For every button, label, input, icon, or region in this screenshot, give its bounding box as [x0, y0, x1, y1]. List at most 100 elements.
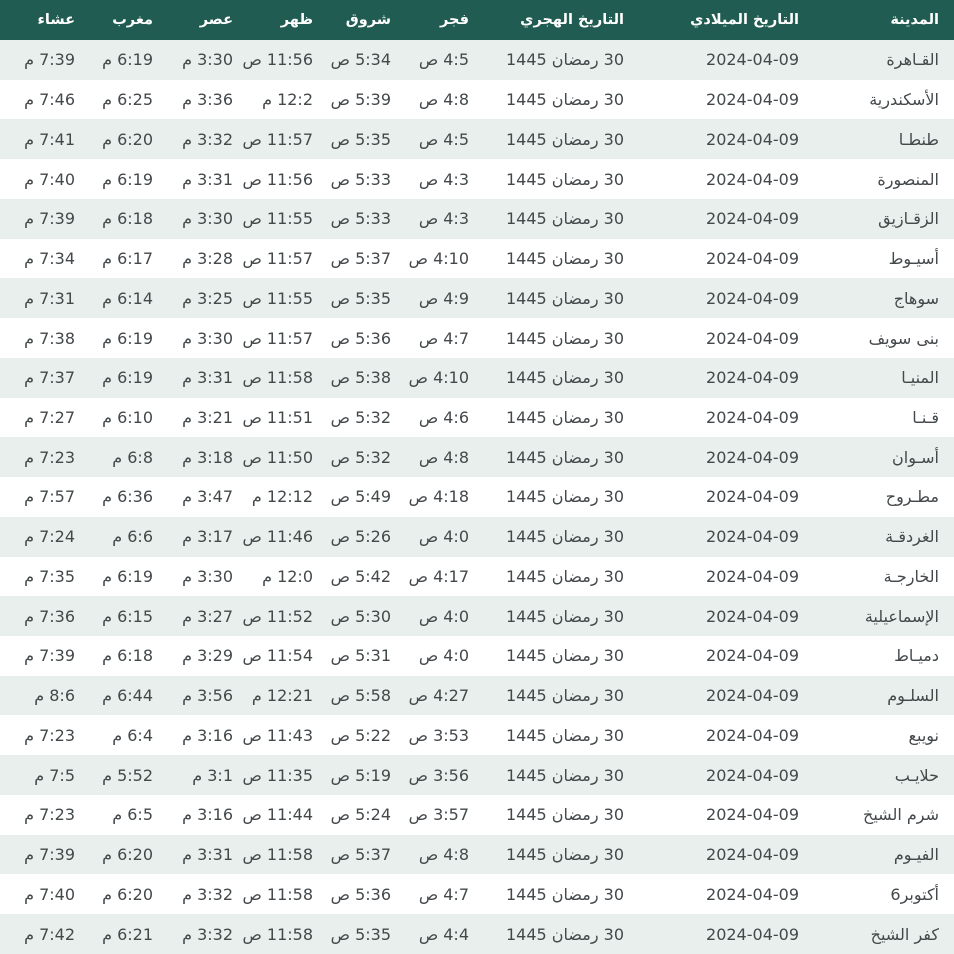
- cell-isha-time: 7:36 م: [24, 606, 75, 626]
- table-row: بنى سويف 2024-04-09 30 رمضان 1445 4:7 ص …: [0, 318, 954, 358]
- city-name: كفر الشيخ: [870, 924, 939, 944]
- cell-city: الفيـوم: [814, 835, 954, 875]
- cell-sunrise-time: 5:35 ص: [330, 288, 391, 308]
- cell-hijri-date: 30 رمضان 1445: [505, 90, 624, 110]
- table-row: الأسكندرية 2024-04-09 30 رمضان 1445 4:8 …: [0, 79, 954, 120]
- cell-hijri-date: 30 رمضان 1445: [505, 169, 624, 189]
- city-name: أسيـوط: [888, 249, 939, 269]
- cell-sunrise-time: 5:37 ص: [330, 845, 391, 865]
- cell-gregorian-date: 2024-04-09: [706, 328, 799, 348]
- cell-sunrise-time: 5:22 ص: [330, 725, 391, 745]
- cell-asr-time: 3:31 م: [182, 368, 233, 388]
- cell-maghrib-time: 6:19 م: [102, 566, 153, 586]
- cell-asr-time: 3:27 م: [182, 606, 233, 626]
- table-row: الغردقـة 2024-04-09 30 رمضان 1445 4:0 ص …: [0, 516, 954, 557]
- cell-maghrib-time: 6:18 م: [102, 646, 153, 666]
- cell-city: بنى سويف: [814, 318, 954, 358]
- cell-hijri-date: 30 رمضان 1445: [505, 686, 624, 706]
- cell-maghrib-time: 6:5 م: [112, 805, 153, 825]
- cell-isha-time: 7:40 م: [24, 884, 75, 904]
- cell-city: المنيـا: [814, 358, 954, 398]
- cell-fajr-time: 4:3 ص: [418, 169, 469, 189]
- cell-hijri-date: 30 رمضان 1445: [505, 249, 624, 269]
- city-name: الخارجـة: [883, 566, 939, 586]
- cell-isha-time: 7:42 م: [24, 924, 75, 944]
- cell-gregorian-date: 2024-04-09: [706, 924, 799, 944]
- cell-isha-time: 7:5 م: [34, 765, 75, 785]
- cell-fajr-time: 4:8 ص: [418, 845, 469, 865]
- cell-city: شرم الشيخ: [814, 795, 954, 835]
- cell-maghrib-time: 6:19 م: [102, 368, 153, 388]
- cell-isha-time: 8:6 م: [34, 686, 75, 706]
- cell-fajr-time: 4:6 ص: [418, 407, 469, 427]
- cell-isha-time: 7:31 م: [24, 288, 75, 308]
- cell-fajr-time: 4:8 ص: [418, 447, 469, 467]
- cell-isha-time: 7:39 م: [24, 845, 75, 865]
- cell-fajr-time: 4:5 ص: [418, 50, 469, 70]
- city-name: دميـاط: [894, 646, 939, 666]
- cell-asr-time: 3:17 م: [182, 527, 233, 547]
- column-header-maghrib: مغرب: [112, 12, 153, 28]
- cell-sunrise-time: 5:32 ص: [330, 407, 391, 427]
- cell-maghrib-time: 6:19 م: [102, 328, 153, 348]
- cell-maghrib-time: 6:19 م: [102, 50, 153, 70]
- cell-asr-time: 3:30 م: [182, 566, 233, 586]
- cell-gregorian-date: 2024-04-09: [706, 90, 799, 110]
- prayer-times-table: المدينة التاريخ الميلادي التاريخ الهجري …: [0, 0, 954, 954]
- cell-asr-time: 3:30 م: [182, 328, 233, 348]
- cell-gregorian-date: 2024-04-09: [706, 765, 799, 785]
- cell-gregorian-date: 2024-04-09: [706, 845, 799, 865]
- cell-sunrise-time: 5:58 ص: [330, 686, 391, 706]
- cell-dhuhr-time: 11:57 ص: [242, 129, 313, 149]
- prayer-times-page: المدينة التاريخ الميلادي التاريخ الهجري …: [0, 0, 954, 954]
- cell-city: الخارجـة: [814, 557, 954, 597]
- table-row: القـاهرة 2024-04-09 30 رمضان 1445 4:5 ص …: [0, 40, 954, 80]
- cell-asr-time: 3:31 م: [182, 169, 233, 189]
- cell-hijri-date: 30 رمضان 1445: [505, 566, 624, 586]
- table-row: شرم الشيخ 2024-04-09 30 رمضان 1445 3:57 …: [0, 794, 954, 835]
- cell-asr-time: 3:36 م: [182, 90, 233, 110]
- cell-city: قـنـا: [814, 398, 954, 438]
- cell-fajr-time: 4:7 ص: [418, 884, 469, 904]
- cell-maghrib-time: 6:8 م: [112, 447, 153, 467]
- cell-maghrib-time: 6:17 م: [102, 249, 153, 269]
- cell-sunrise-time: 5:24 ص: [330, 805, 391, 825]
- cell-dhuhr-time: 11:50 ص: [242, 447, 313, 467]
- cell-hijri-date: 30 رمضان 1445: [505, 50, 624, 70]
- cell-asr-time: 3:16 م: [182, 725, 233, 745]
- city-name: مطـروح: [885, 487, 939, 507]
- cell-gregorian-date: 2024-04-09: [706, 527, 799, 547]
- cell-asr-time: 3:25 م: [182, 288, 233, 308]
- cell-sunrise-time: 5:31 ص: [330, 646, 391, 666]
- cell-fajr-time: 4:0 ص: [418, 527, 469, 547]
- cell-sunrise-time: 5:33 ص: [330, 169, 391, 189]
- cell-asr-time: 3:56 م: [182, 686, 233, 706]
- cell-maghrib-time: 6:14 م: [102, 288, 153, 308]
- city-name: بنى سويف: [868, 328, 939, 348]
- cell-asr-time: 3:32 م: [182, 924, 233, 944]
- table-row: قـنـا 2024-04-09 30 رمضان 1445 4:6 ص 5:3…: [0, 397, 954, 438]
- city-name: الفيـوم: [893, 845, 939, 865]
- cell-isha-time: 7:34 م: [24, 249, 75, 269]
- cell-asr-time: 3:29 م: [182, 646, 233, 666]
- city-name: سوهاج: [893, 288, 939, 308]
- cell-sunrise-time: 5:30 ص: [330, 606, 391, 626]
- column-header-asr: عصر: [199, 12, 233, 28]
- cell-gregorian-date: 2024-04-09: [706, 686, 799, 706]
- cell-city: الأسكندرية: [814, 80, 954, 120]
- cell-city: نويبع: [814, 715, 954, 755]
- table-row: السلـوم 2024-04-09 30 رمضان 1445 4:27 ص …: [0, 675, 954, 716]
- cell-hijri-date: 30 رمضان 1445: [505, 527, 624, 547]
- cell-asr-time: 3:18 م: [182, 447, 233, 467]
- table-row: الخارجـة 2024-04-09 30 رمضان 1445 4:17 ص…: [0, 556, 954, 597]
- cell-asr-time: 3:16 م: [182, 805, 233, 825]
- cell-maghrib-time: 6:21 م: [102, 924, 153, 944]
- table-row: 6أكتوبر 2024-04-09 30 رمضان 1445 4:7 ص 5…: [0, 874, 954, 915]
- table-row: سوهاج 2024-04-09 30 رمضان 1445 4:9 ص 5:3…: [0, 278, 954, 319]
- cell-gregorian-date: 2024-04-09: [706, 209, 799, 229]
- cell-fajr-time: 4:27 ص: [408, 686, 469, 706]
- cell-gregorian-date: 2024-04-09: [706, 50, 799, 70]
- cell-fajr-time: 4:10 ص: [408, 249, 469, 269]
- cell-city: المنصورة: [814, 159, 954, 199]
- table-row: نويبع 2024-04-09 30 رمضان 1445 3:53 ص 5:…: [0, 715, 954, 756]
